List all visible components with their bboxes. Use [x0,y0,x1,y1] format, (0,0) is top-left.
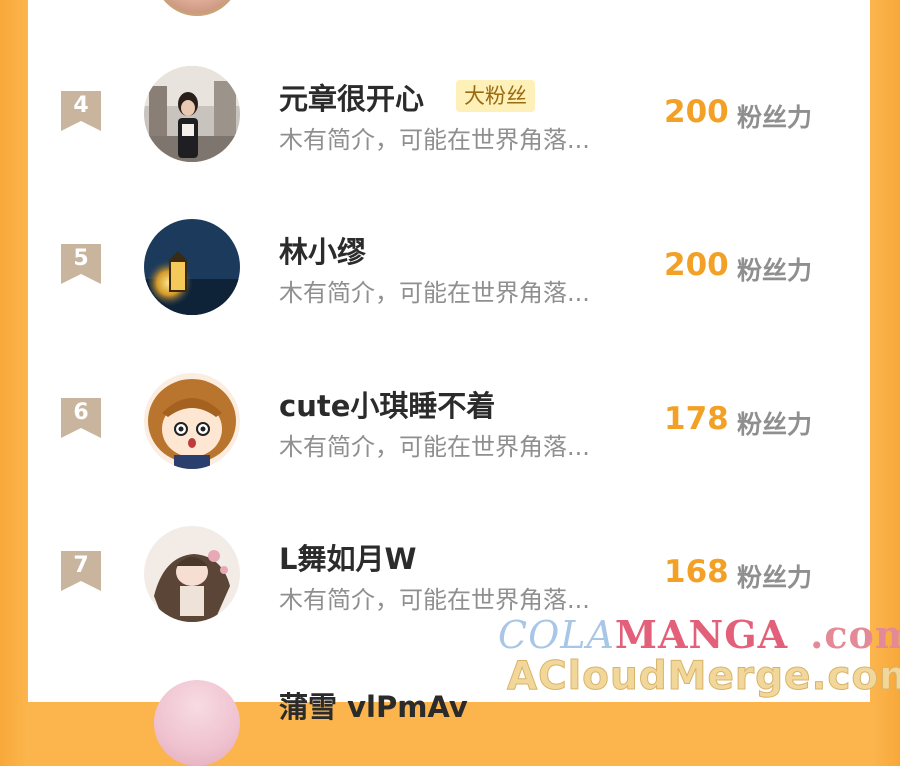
user-name-next[interactable]: 蒲雪 vlPmAv [279,684,468,726]
rank-badge: 5 [59,242,103,286]
fan-score: 168 [664,554,729,590]
watermark-acloudmerge: ACloudMerge.com [507,654,900,700]
anime-girl-avatar[interactable] [144,373,240,469]
user-name[interactable]: cute小琪睡不着 [279,383,495,425]
rank-number: 4 [73,93,89,118]
user-bio: 木有简介，可能在世界角落... [279,433,590,461]
rank-number: 6 [73,400,89,425]
rank-badge: 4 [59,89,103,133]
rank-badge: 6 [59,396,103,440]
user-bio: 木有简介，可能在世界角落... [279,279,590,307]
user-name[interactable]: L舞如月W [279,536,416,578]
illustrated-girl-avatar[interactable] [144,526,240,622]
ranking-row-5[interactable]: 5 林小缪 木有简介，可能在世界角落... 200 粉丝力 [0,215,900,315]
user-bio: 木有简介，可能在世界角落... [279,586,590,614]
ranking-row-4[interactable]: 4 元章很开心 大粉丝 木有简介，可能在世界角落... 200 粉丝力 [0,62,900,162]
photo-girl-street-avatar[interactable] [144,66,240,162]
fan-score-unit: 粉丝力 [737,563,813,592]
fan-score: 178 [664,401,729,437]
rank-badge: 7 [59,549,103,593]
user-bio: 木有简介，可能在世界角落... [279,126,590,154]
ranking-row-6[interactable]: 6 cute小琪睡不着 木有简介，可能在世界角落... 178 粉丝力 [0,369,900,469]
avatar-next-entry[interactable] [154,680,240,766]
fan-score-unit: 粉丝力 [737,410,813,439]
lantern-night-avatar[interactable] [144,219,240,315]
rank-number: 7 [73,553,89,578]
fan-score: 200 [664,247,729,283]
watermark-colamanga: COLAMANGA .com [498,612,900,657]
fan-score-unit: 粉丝力 [737,256,813,285]
fan-score: 200 [664,94,729,130]
ranking-row-7[interactable]: 7 L舞如月W 木有简介，可能在世界角落... 168 粉丝力 [0,522,900,622]
user-name[interactable]: 林小缪 [279,229,366,271]
rank-number: 5 [73,246,89,271]
user-name[interactable]: 元章很开心 [279,76,424,118]
fan-level-badge: 大粉丝 [456,80,535,112]
fan-score-unit: 粉丝力 [737,103,813,132]
